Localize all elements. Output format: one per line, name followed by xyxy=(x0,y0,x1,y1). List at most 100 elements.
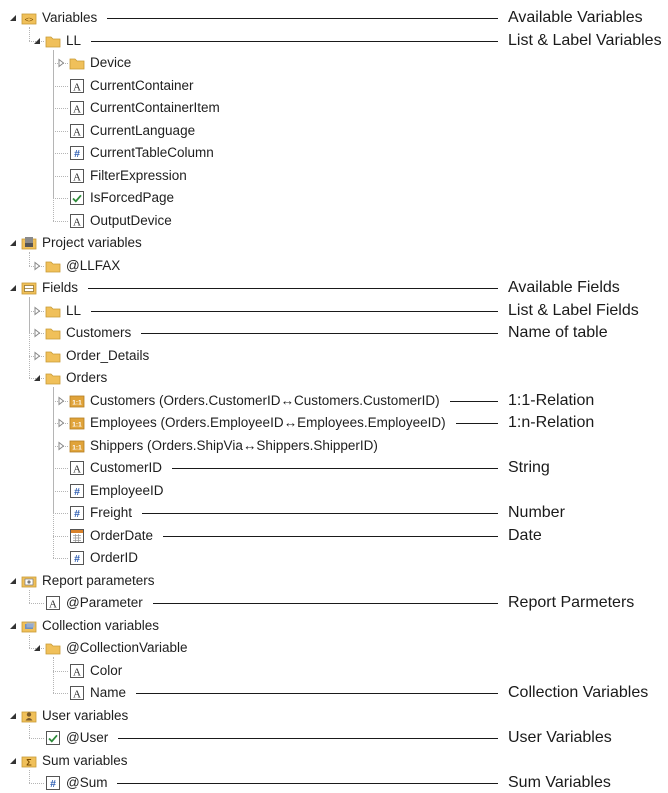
tree-node[interactable]: Fields xyxy=(20,278,78,298)
svg-text:A: A xyxy=(73,216,81,228)
tree-node-label: Color xyxy=(90,662,123,678)
tree-node-label: LL xyxy=(66,302,82,318)
callout-label: Name of table xyxy=(508,324,608,341)
callout-label: List & Label Variables xyxy=(508,31,662,49)
tree-node[interactable]: Project variables xyxy=(20,233,142,253)
tree-node[interactable]: Device xyxy=(68,53,131,73)
tree-node-label: OrderID xyxy=(90,550,139,565)
tree-node[interactable]: Orders xyxy=(44,368,107,388)
tree-node[interactable]: A CurrentLanguage xyxy=(68,121,195,141)
text-type-icon: A xyxy=(68,684,86,702)
tree-node[interactable]: <> Variables xyxy=(20,8,97,28)
tree-node-label: EmployeeID xyxy=(90,482,164,498)
tree-node[interactable]: LL xyxy=(44,31,81,51)
tree-node[interactable]: A @Parameter xyxy=(44,593,143,613)
collapsed-triangle-icon[interactable] xyxy=(56,418,66,428)
expanded-triangle-icon[interactable] xyxy=(8,711,18,721)
tree-node[interactable]: Order_Details xyxy=(44,346,149,366)
tree-node-label: CurrentContainer xyxy=(90,77,194,93)
tree-node-label: Order_Details xyxy=(66,347,150,363)
svg-text:#: # xyxy=(74,148,80,160)
tree-node-label: CustomerID xyxy=(90,460,163,475)
callout-line xyxy=(163,535,498,537)
callout-line xyxy=(107,18,498,19)
tree-node-label: Name xyxy=(90,685,127,700)
boolean-type-icon xyxy=(44,729,62,747)
tree-node[interactable]: # CurrentTableColumn xyxy=(68,143,214,163)
callout-line xyxy=(142,513,498,514)
text-type-icon: A xyxy=(68,122,86,140)
tree-guide-line xyxy=(53,130,68,132)
tree-node[interactable]: A CurrentContainer xyxy=(68,76,194,96)
tree-node[interactable]: # @Sum xyxy=(44,773,107,793)
tree-guide-line xyxy=(53,513,68,514)
collapsed-triangle-icon[interactable] xyxy=(32,350,42,361)
expanded-triangle-icon[interactable] xyxy=(8,756,18,766)
collapsed-triangle-icon[interactable] xyxy=(32,260,42,271)
tree-node[interactable]: A CustomerID xyxy=(68,458,162,478)
callout-line xyxy=(88,288,498,289)
collapsed-triangle-icon[interactable] xyxy=(32,305,42,316)
svg-text:A: A xyxy=(49,598,57,610)
callout-label: Available Variables xyxy=(508,9,643,26)
folder-icon xyxy=(44,369,62,387)
expanded-triangle-icon[interactable] xyxy=(32,36,42,46)
expanded-triangle-icon[interactable] xyxy=(8,283,18,293)
callout-label: User Variables xyxy=(508,729,612,746)
tree-node[interactable]: Customers xyxy=(44,323,131,343)
number-type-icon: # xyxy=(68,504,86,522)
tree-node-label: Variables xyxy=(42,10,98,25)
expanded-triangle-icon[interactable] xyxy=(32,373,42,383)
tree-node[interactable]: A FilterExpression xyxy=(68,166,187,186)
user-variables-icon xyxy=(20,707,38,725)
callout-label: Available Fields xyxy=(508,279,620,296)
tree-node[interactable]: A Name xyxy=(68,683,126,703)
expanded-triangle-icon[interactable] xyxy=(8,238,18,248)
callout-label: Collection Variables xyxy=(508,684,649,701)
expanded-triangle-icon[interactable] xyxy=(8,621,18,631)
callout-line xyxy=(153,603,498,604)
collapsed-triangle-icon[interactable] xyxy=(32,328,42,338)
tree-node[interactable]: IsForcedPage xyxy=(68,188,174,208)
svg-text:A: A xyxy=(73,666,81,678)
tree-guide-line xyxy=(53,670,68,672)
tree-node[interactable]: # Freight xyxy=(68,503,132,523)
tree-node[interactable]: User variables xyxy=(20,706,128,726)
collapsed-triangle-icon[interactable] xyxy=(56,440,66,451)
expanded-triangle-icon[interactable] xyxy=(8,13,18,23)
tree-node[interactable]: Collection variables xyxy=(20,616,159,636)
svg-text:#: # xyxy=(50,778,56,790)
tree-node[interactable]: @CollectionVariable xyxy=(44,638,188,658)
tree-node[interactable]: LL xyxy=(44,301,81,321)
text-type-icon: A xyxy=(68,662,86,680)
tree-node[interactable]: Report parameters xyxy=(20,571,155,591)
project-variables-icon xyxy=(20,234,38,252)
tree-guide-line xyxy=(29,252,30,266)
tree-node[interactable]: 1:1 Customers (Orders.CustomerID↔Customer… xyxy=(68,391,440,411)
tree-node[interactable]: A Color xyxy=(68,661,122,681)
tree-node[interactable]: 1:1 Shippers (Orders.ShipVia↔Shippers.Shi… xyxy=(68,436,378,456)
tree-node[interactable]: A CurrentContainerItem xyxy=(68,98,220,118)
relation-1-1-icon: 1:1 xyxy=(68,414,86,432)
tree-node-label: @LLFAX xyxy=(66,257,121,273)
tree-node[interactable]: OrderDate xyxy=(68,526,153,546)
tree-node-label: Orders xyxy=(66,370,108,385)
collapsed-triangle-icon[interactable] xyxy=(56,58,66,68)
tree-node[interactable]: Σ Sum variables xyxy=(20,751,128,771)
expanded-triangle-icon[interactable] xyxy=(8,576,18,586)
tree-node[interactable]: # OrderID xyxy=(68,548,138,568)
callout-line xyxy=(172,468,498,469)
number-type-icon: # xyxy=(68,549,86,567)
tree-node[interactable]: @User xyxy=(44,728,108,748)
svg-text:Σ: Σ xyxy=(26,757,32,767)
text-type-icon: A xyxy=(44,594,62,612)
callout-line xyxy=(450,400,498,402)
tree-node[interactable]: A OutputDevice xyxy=(68,211,172,231)
relation-1-1-icon: 1:1 xyxy=(68,437,86,455)
tree-node[interactable]: 1:1 Employees (Orders.EmployeeID↔Employee… xyxy=(68,413,446,433)
tree-node[interactable]: @LLFAX xyxy=(44,256,120,276)
collapsed-triangle-icon[interactable] xyxy=(56,395,66,406)
tree-node[interactable]: # EmployeeID xyxy=(68,481,164,501)
expanded-triangle-icon[interactable] xyxy=(32,643,42,653)
tree-node-label: Collection variables xyxy=(42,617,160,633)
